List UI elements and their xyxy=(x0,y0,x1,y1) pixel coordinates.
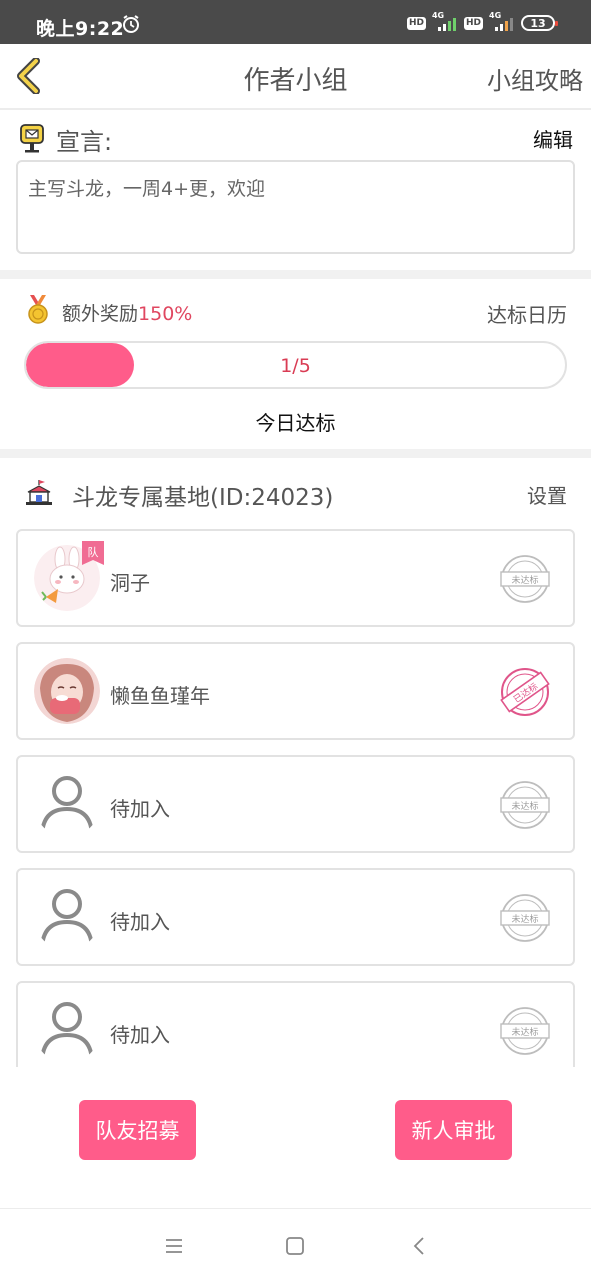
member-card[interactable]: 待加入 未达标 xyxy=(16,755,575,853)
member-name: 待加入 xyxy=(110,910,170,934)
reward-section: 额外奖励150% 达标日历 1/5 今日达标 xyxy=(0,279,591,449)
progress-bar: 1/5 xyxy=(24,341,567,389)
progress-label: 1/5 xyxy=(280,355,311,377)
menu-icon[interactable] xyxy=(161,1233,187,1259)
captain-badge: 队 xyxy=(82,541,104,569)
stamp-text: 未达标 xyxy=(511,800,538,812)
signal-icon: 4G xyxy=(432,11,458,32)
member-name: 待加入 xyxy=(110,1023,170,1047)
castle-icon xyxy=(26,480,52,505)
stamp-icon: 已达标 xyxy=(500,668,550,716)
member-card[interactable]: 队 洞子 未达标 xyxy=(16,529,575,627)
stamp-icon: 未达标 xyxy=(500,555,550,603)
member-card[interactable]: 懒鱼鱼瑾年 已达标 xyxy=(16,642,575,740)
divider-2 xyxy=(0,449,591,458)
home-icon[interactable] xyxy=(282,1233,308,1259)
recruit-teammates-button[interactable]: 队友招募 xyxy=(79,1100,196,1160)
hd-badge-2: HD xyxy=(463,16,483,30)
signal-icon-2: 4G xyxy=(489,11,515,32)
stamp-text: 未达标 xyxy=(511,913,538,925)
new-member-approval-button[interactable]: 新人审批 xyxy=(395,1100,512,1160)
declaration-label: 宣言: xyxy=(56,128,113,156)
alarm-icon xyxy=(123,15,139,33)
top-bar: 作者小组 小组攻略 xyxy=(0,44,591,110)
member-name: 待加入 xyxy=(110,797,170,821)
hd-badge: HD xyxy=(406,16,426,30)
extra-reward-text: 额外奖励150% xyxy=(62,299,192,326)
declaration-section: 宣言: 编辑 主写斗龙，一周4+更，欢迎 xyxy=(0,110,591,270)
person-icon xyxy=(40,1002,94,1063)
person-icon xyxy=(40,889,94,950)
system-nav-bar xyxy=(0,1208,591,1280)
extra-reward-label: 额外奖励 xyxy=(62,303,139,325)
status-time: 晚上9:22 xyxy=(36,18,125,40)
achievement-calendar-link[interactable]: 达标日历 xyxy=(487,299,567,328)
mailbox-icon xyxy=(20,124,44,153)
stamp-icon: 未达标 xyxy=(500,781,550,829)
group-guide-link[interactable]: 小组攻略 xyxy=(487,61,583,96)
today-achieved-label: 今日达标 xyxy=(255,411,336,435)
battery-icon: 13 xyxy=(521,15,558,31)
status-bar: 晚上9:22 HD 4G HD 4G 13 xyxy=(0,0,591,44)
base-name: 斗龙专属基地(ID:24023) xyxy=(72,485,334,511)
settings-link[interactable]: 设置 xyxy=(527,480,567,509)
status-indicators: HD 4G HD 4G 13 xyxy=(406,11,558,33)
medal-icon xyxy=(28,295,48,324)
back-icon[interactable] xyxy=(406,1233,432,1259)
person-icon xyxy=(40,776,94,837)
captain-badge-label: 队 xyxy=(87,546,99,559)
divider xyxy=(0,270,591,279)
member-name: 洞子 xyxy=(110,571,150,595)
stamp-text: 未达标 xyxy=(511,1026,538,1038)
member-card[interactable]: 待加入 未达标 xyxy=(16,868,575,966)
member-name: 懒鱼鱼瑾年 xyxy=(110,684,210,708)
member-card[interactable]: 待加入 未达标 xyxy=(16,981,575,1067)
extra-reward-percent: 150% xyxy=(138,303,193,325)
stamp-icon: 未达标 xyxy=(500,894,550,942)
member-avatar xyxy=(34,658,100,724)
member-list: 队 洞子 未达标 懒鱼鱼瑾年 已达标 待加入 未达标 待加入 未达标 待加入 未… xyxy=(16,529,575,1067)
declaration-text: 主写斗龙，一周4+更，欢迎 xyxy=(16,160,575,254)
stamp-icon: 未达标 xyxy=(500,1007,550,1055)
stamp-text: 未达标 xyxy=(511,574,538,586)
edit-button[interactable]: 编辑 xyxy=(533,124,573,153)
